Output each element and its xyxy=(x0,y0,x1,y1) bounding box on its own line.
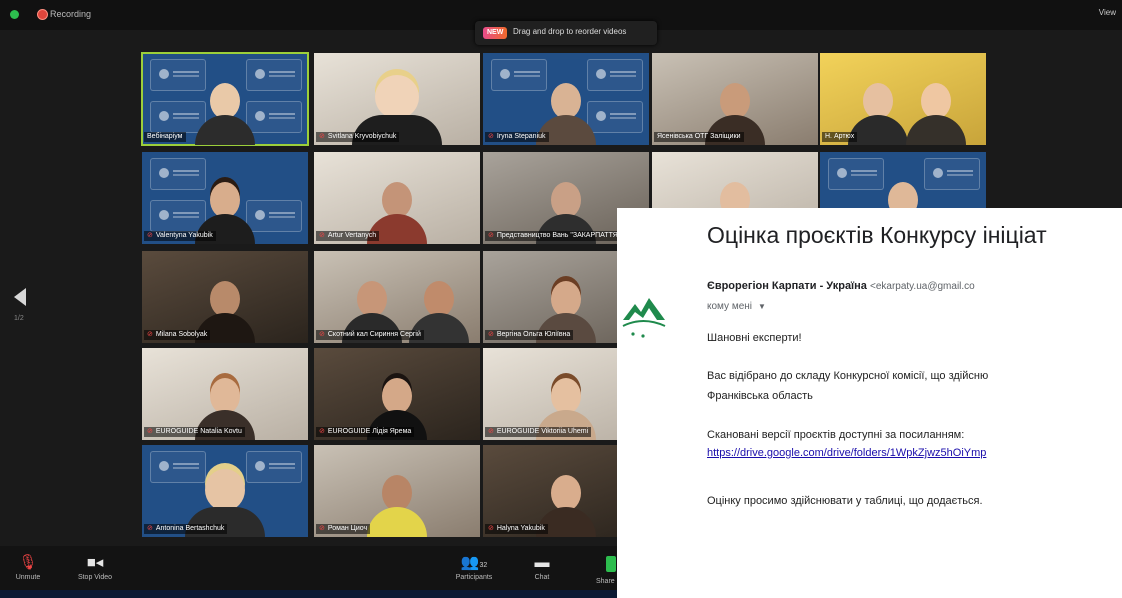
video-tile[interactable]: ⊘ EUROGUIDE Лідія Ярема xyxy=(314,348,480,440)
participant-name: ⊘ Svitlana Kryvobiychuk xyxy=(316,132,400,142)
stop-video-button[interactable]: ■◂ Stop Video xyxy=(70,546,120,581)
os-taskbar xyxy=(0,590,640,598)
video-tile[interactable]: ⊘ Valentyna Yakubik xyxy=(142,152,308,244)
email-sender: Єврорегіон Карпати - Україна <ekarpaty.u… xyxy=(707,280,975,292)
chat-icon: ▬ xyxy=(534,554,550,571)
video-tile[interactable]: ⊘ Iryna Stepaniuk xyxy=(483,53,649,145)
recording-icon xyxy=(37,9,48,20)
participant-name: ⊘ Valentyna Yakubik xyxy=(144,231,216,241)
muted-mic-icon: ⊘ xyxy=(488,428,494,435)
muted-microphone-icon: 🎙 xyxy=(18,554,38,571)
email-subject: Оцінка проєктів Конкурсу ініціат xyxy=(707,222,1047,248)
euroregion-logo-icon xyxy=(622,298,666,338)
participants-icon: 👥32 xyxy=(460,554,488,571)
participant-name: ⊘ Antonina Bertashchuk xyxy=(144,524,228,534)
email-body-line: Оцінку просимо здійснювати у таблиці, що… xyxy=(707,495,983,507)
participant-name: ⊘ Artur Vertanych xyxy=(316,231,380,241)
video-tile[interactable]: ⊘ Artur Vertanych xyxy=(314,152,480,244)
page-indicator: 1/2 xyxy=(14,315,24,322)
email-overlay: Оцінка проєктів Конкурсу ініціат Єврорег… xyxy=(617,208,1122,598)
participant-name: Вебінаріум xyxy=(144,132,186,142)
participant-name: ⊘ EUROGUIDE Лідія Ярема xyxy=(316,427,415,437)
view-button[interactable]: View xyxy=(1099,8,1116,17)
muted-mic-icon: ⊘ xyxy=(147,525,153,532)
participant-video xyxy=(906,83,967,145)
video-tile[interactable]: Ясенівська ОТГ Заліщики xyxy=(652,53,818,145)
email-body-line: Скановані версії проєктів доступні за по… xyxy=(707,429,965,441)
participant-name: ⊘ Представництво Вань "ЗАКАРПАТТЯ" xyxy=(485,231,624,241)
participant-video xyxy=(367,475,427,537)
unmute-button[interactable]: 🎙 Unmute xyxy=(8,546,48,581)
reorder-tooltip: NEW Drag and drop to reorder videos xyxy=(475,21,657,45)
video-tile[interactable]: Вебінаріум xyxy=(141,52,309,146)
participant-name: Н. Артюх xyxy=(822,132,858,142)
video-tile[interactable]: ⊘ Роман Циоч xyxy=(314,445,480,537)
unmute-label: Unmute xyxy=(15,574,41,581)
email-body-line: Вас відібрано до складу Конкурсної коміс… xyxy=(707,370,989,382)
muted-mic-icon: ⊘ xyxy=(319,331,325,338)
participant-name: ⊘ Milana Sobolyak xyxy=(144,330,211,340)
participant-name: ⊘ Роман Циоч xyxy=(316,524,371,534)
video-tile[interactable]: ⊘ Скотний кал Сириння Сергій xyxy=(314,251,480,343)
participants-label: Participants xyxy=(455,574,493,581)
new-badge: NEW xyxy=(483,27,508,39)
muted-mic-icon: ⊘ xyxy=(147,232,153,239)
chat-label: Chat xyxy=(534,574,550,581)
stop-video-label: Stop Video xyxy=(77,574,113,581)
muted-mic-icon: ⊘ xyxy=(488,232,494,239)
sender-email: <ekarpaty.ua@gmail.co xyxy=(869,281,975,292)
video-tile[interactable]: ⊘ Milana Sobolyak xyxy=(142,251,308,343)
recording-label: Recording xyxy=(50,9,92,19)
muted-mic-icon: ⊘ xyxy=(147,331,153,338)
reorder-tooltip-text: Drag and drop to reorder videos xyxy=(513,27,627,36)
participant-name: ⊘ Halyna Yakubik xyxy=(485,524,548,534)
muted-mic-icon: ⊘ xyxy=(319,133,325,140)
video-tile[interactable]: ⊘ Antonina Bertashchuk xyxy=(142,445,308,537)
drive-link[interactable]: https://drive.google.com/drive/folders/1… xyxy=(707,447,986,459)
email-greeting: Шановні експерти! xyxy=(707,332,802,344)
participant-name: ⊘ EUROGUIDE Natalia Kovtu xyxy=(144,427,245,437)
chat-button[interactable]: ▬ Chat xyxy=(522,546,562,581)
video-camera-icon: ■◂ xyxy=(86,554,104,571)
email-body-line: Франківська область xyxy=(707,390,813,402)
participant-name: ⊘ EUROGUIDE Viktoriia Uhemi xyxy=(485,427,592,437)
participant-name: Ясенівська ОТГ Заліщики xyxy=(654,132,744,142)
participants-count: 32 xyxy=(479,562,488,569)
participants-button[interactable]: 👥32 Participants xyxy=(446,546,502,581)
email-recipient[interactable]: кому мені ▼ xyxy=(707,301,766,312)
participant-name: ⊘ Вергіна Ольга Юліївна xyxy=(485,330,574,340)
participant-video xyxy=(195,83,255,145)
previous-page-arrow-icon[interactable] xyxy=(14,288,26,306)
recipient-label: кому мені xyxy=(707,301,752,312)
participant-name: ⊘ Iryna Stepaniuk xyxy=(485,132,549,142)
muted-mic-icon: ⊘ xyxy=(319,232,325,239)
muted-mic-icon: ⊘ xyxy=(488,331,494,338)
participant-name: ⊘ Скотний кал Сириння Сергій xyxy=(316,330,424,340)
chevron-down-icon[interactable]: ▼ xyxy=(758,302,766,311)
muted-mic-icon: ⊘ xyxy=(488,525,494,532)
muted-mic-icon: ⊘ xyxy=(488,133,494,140)
video-tile[interactable]: ⊘ EUROGUIDE Natalia Kovtu xyxy=(142,348,308,440)
share-screen-icon[interactable] xyxy=(606,556,616,572)
muted-mic-icon: ⊘ xyxy=(147,428,153,435)
sender-name: Єврорегіон Карпати - Україна xyxy=(707,280,867,292)
security-shield-icon[interactable] xyxy=(10,10,19,19)
video-tile[interactable]: ⊘ Svitlana Kryvobiychuk xyxy=(314,53,480,145)
muted-mic-icon: ⊘ xyxy=(319,428,325,435)
muted-mic-icon: ⊘ xyxy=(319,525,325,532)
video-tile[interactable]: Н. Артюх xyxy=(820,53,986,145)
